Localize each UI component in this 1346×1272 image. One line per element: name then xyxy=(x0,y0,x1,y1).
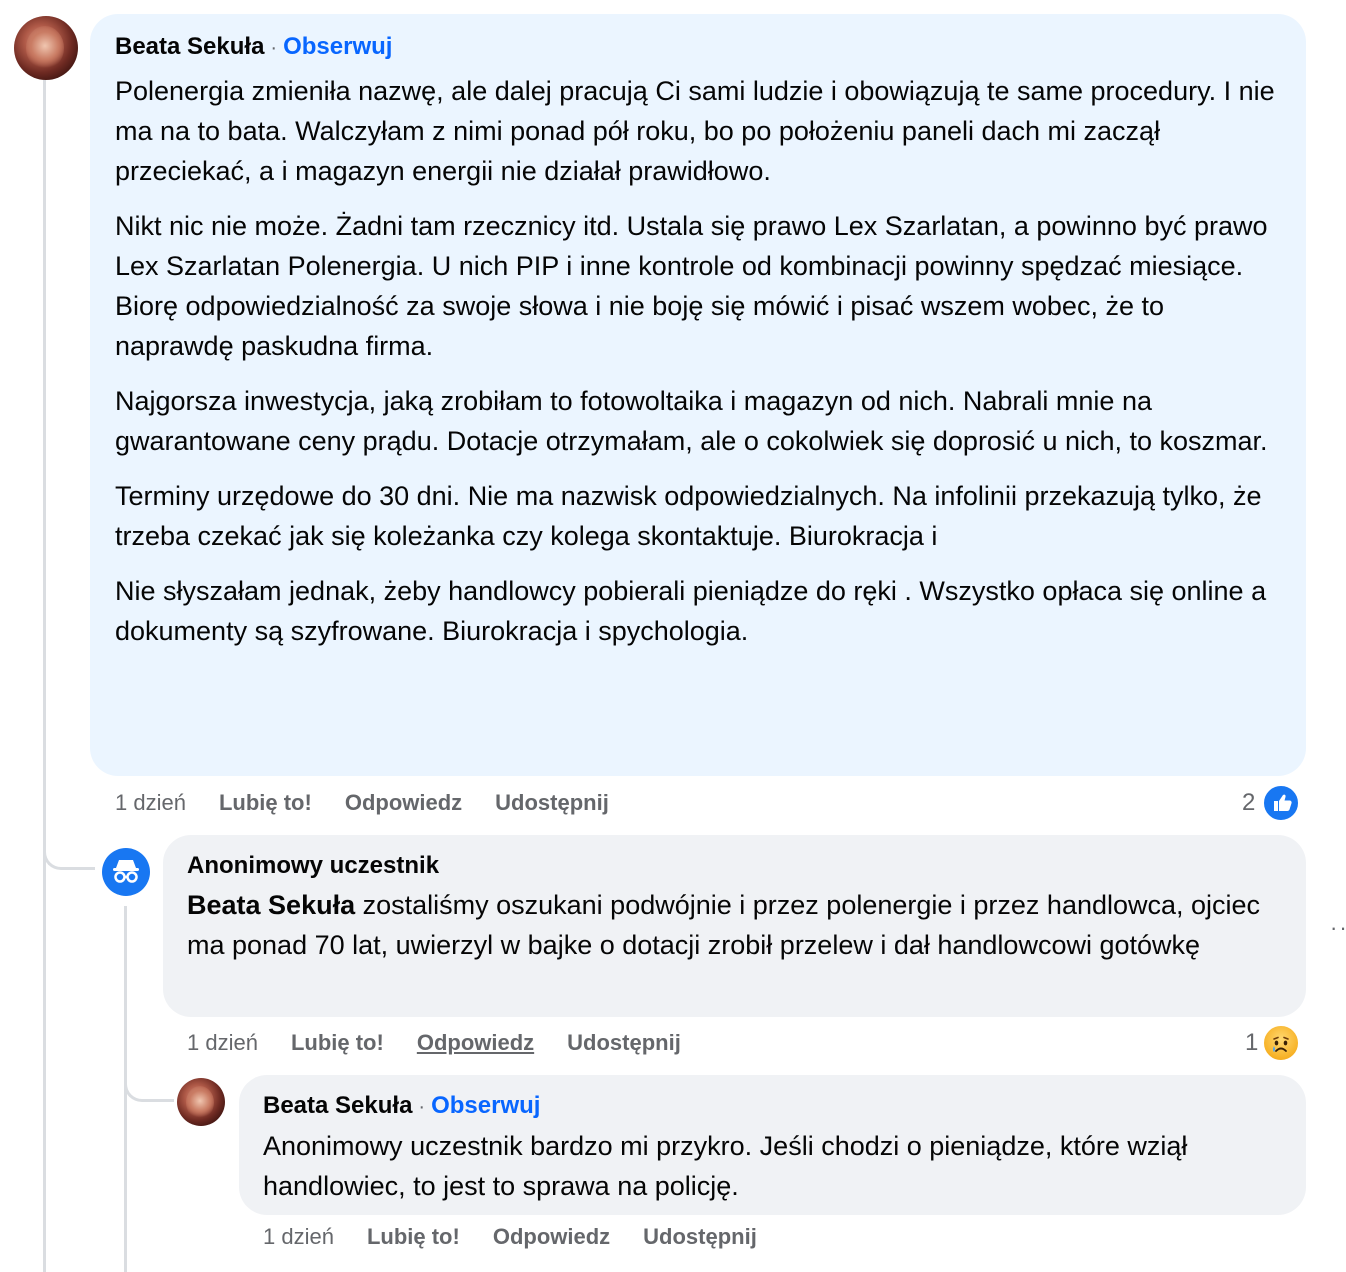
comment-actions: 1 dzień Lubię to! Odpowiedz Udostępnij xyxy=(115,788,642,818)
separator-dot: · xyxy=(270,37,278,59)
comment-header: Beata Sekuła · Obserwuj xyxy=(115,32,1281,63)
comment-paragraph: Biorę odpowiedzialność za swoje słowa i … xyxy=(115,291,1164,361)
like-button[interactable]: Lubię to! xyxy=(219,788,312,818)
comment-paragraph: Nie słyszałam jednak, żeby handlowcy pob… xyxy=(115,576,1267,646)
reply-bubble: Beata Sekuła · Obserwuj Anonimowy uczestni… xyxy=(239,1075,1306,1215)
author-name[interactable]: Beata Sekuła xyxy=(115,33,264,60)
share-button[interactable]: Udostępnij xyxy=(643,1222,757,1252)
comment-body: Anonimowy uczestnik bardzo mi przykro. J… xyxy=(263,1126,1282,1206)
comment-actions: 1 dzień Lubię to! Odpowiedz Udostępnij xyxy=(263,1222,790,1252)
avatar[interactable] xyxy=(14,16,78,80)
comment-header: Anonimowy uczestnik xyxy=(187,851,1282,881)
follow-link[interactable]: Obserwuj xyxy=(283,33,392,60)
comment-header: Beata Sekuła · Obserwuj xyxy=(263,1091,1282,1122)
reply-button[interactable]: Odpowiedz xyxy=(345,788,462,818)
reply-button[interactable]: Odpowiedz xyxy=(417,1028,534,1058)
comment-paragraph: Nikt nic nie może. Żadni tam rzecznicy i… xyxy=(115,211,1268,281)
thread-line-reply1-cont xyxy=(124,1100,127,1272)
share-button[interactable]: Udostępnij xyxy=(495,788,609,818)
author-name[interactable]: Anonimowy uczestnik xyxy=(187,852,439,879)
reaction-count[interactable]: 1 xyxy=(1245,1028,1258,1058)
comment-actions: 1 dzień Lubię to! Odpowiedz Udostępnij xyxy=(187,1028,714,1058)
mention-link[interactable]: Beata Sekuła xyxy=(187,890,355,920)
comment-text: Anonimowy uczestnik bardzo mi przykro. J… xyxy=(263,1131,1188,1201)
more-options-icon[interactable]: ·· xyxy=(1330,917,1346,939)
follow-link[interactable]: Obserwuj xyxy=(431,1092,540,1119)
comment-body: Beata Sekuła zostaliśmy oszukani podwójn… xyxy=(187,885,1282,965)
share-button[interactable]: Udostępnij xyxy=(567,1028,681,1058)
like-button[interactable]: Lubię to! xyxy=(291,1028,384,1058)
timestamp[interactable]: 1 dzień xyxy=(263,1222,334,1252)
incognito-icon xyxy=(113,860,139,883)
comment-paragraph: Najgorsza inwestycja, jaką zrobiłam to f… xyxy=(115,386,1268,456)
reply-bubble: Anonimowy uczestnik Beata Sekuła zostali… xyxy=(163,835,1306,1017)
timestamp[interactable]: 1 dzień xyxy=(187,1028,258,1058)
reply-button[interactable]: Odpowiedz xyxy=(493,1222,610,1252)
like-button[interactable]: Lubię to! xyxy=(367,1222,460,1252)
sad-icon[interactable] xyxy=(1262,1024,1300,1062)
separator-dot: · xyxy=(418,1096,426,1118)
comment-paragraph: Polenergia zmieniła nazwę, ale dalej pra… xyxy=(115,76,1275,186)
timestamp[interactable]: 1 dzień xyxy=(115,788,186,818)
anonymous-avatar[interactable] xyxy=(102,848,150,896)
reaction-count[interactable]: 2 xyxy=(1242,788,1255,818)
comment-body: Polenergia zmieniła nazwę, ale dalej pra… xyxy=(115,71,1281,651)
thread-line-main xyxy=(43,80,46,1272)
thread-curve-reply1 xyxy=(43,820,95,870)
like-icon[interactable] xyxy=(1262,784,1300,822)
thread-curve-reply2 xyxy=(124,1060,174,1102)
comment-paragraph: Terminy urzędowe do 30 dni. Nie ma nazwi… xyxy=(115,481,1262,551)
comment-bubble: Beata Sekuła · Obserwuj Polenergia zmienił… xyxy=(90,14,1306,776)
author-name[interactable]: Beata Sekuła xyxy=(263,1092,412,1119)
avatar[interactable] xyxy=(177,1078,225,1126)
